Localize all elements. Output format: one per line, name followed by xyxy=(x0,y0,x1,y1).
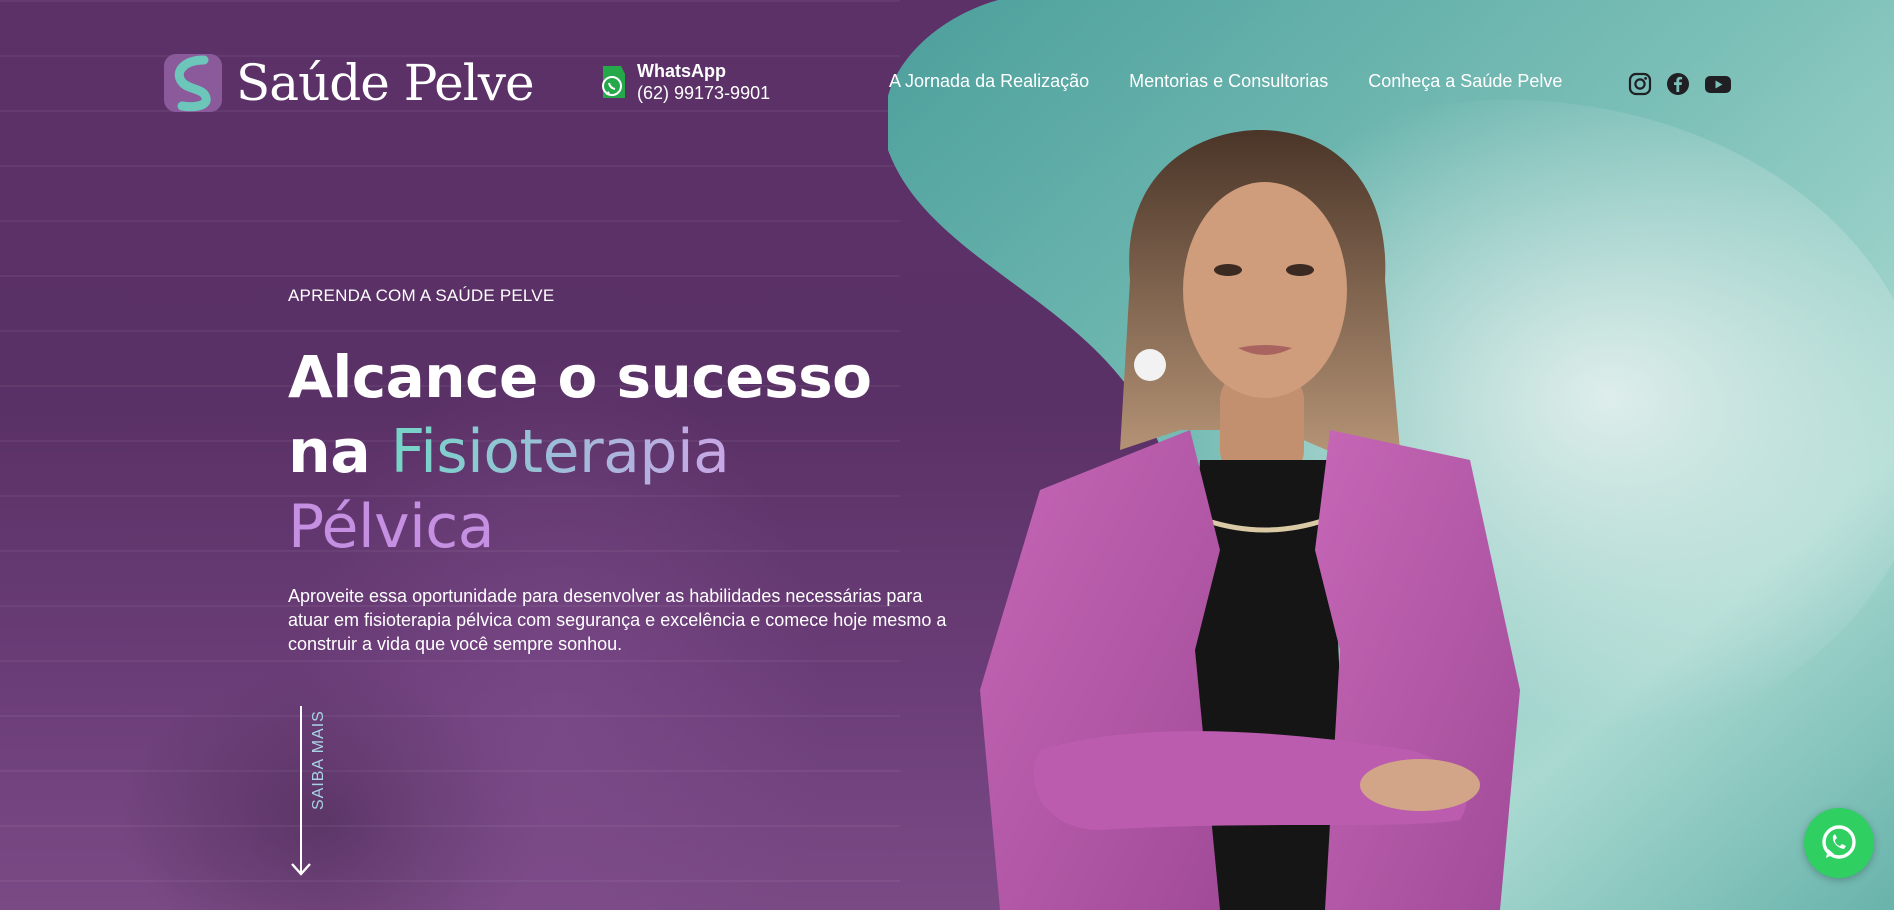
headline-line-2-prefix: na xyxy=(288,417,391,487)
facebook-icon[interactable] xyxy=(1666,72,1690,96)
brand-logo[interactable]: Saúde Pelve xyxy=(164,54,535,112)
nav-link-conheca[interactable]: Conheça a Saúde Pelve xyxy=(1368,71,1562,92)
whatsapp-label: WhatsApp xyxy=(637,61,726,81)
headline-line-2: na Fisioterapia xyxy=(288,415,871,490)
scroll-down-link[interactable]: SAIBA MAIS xyxy=(288,702,328,882)
nav-link-jornada[interactable]: A Jornada da Realização xyxy=(889,71,1089,92)
headline-line-1: Alcance o sucesso xyxy=(288,343,872,411)
nav-link-mentorias[interactable]: Mentorias e Consultorias xyxy=(1129,71,1328,92)
youtube-icon[interactable] xyxy=(1704,72,1732,96)
whatsapp-icon xyxy=(602,66,625,98)
headline-highlight: Fisioterapia xyxy=(390,417,730,487)
mentor-portrait xyxy=(980,130,1520,910)
logo-icon xyxy=(164,54,222,112)
whatsapp-phone: (62) 99173-9901 xyxy=(637,83,771,103)
arrow-down-icon xyxy=(291,863,311,876)
hero-description: Aproveite essa oportunidade para desenvo… xyxy=(288,586,947,654)
hero-eyebrow: APRENDA COM A SAÚDE PELVE xyxy=(288,286,555,305)
whatsapp-icon xyxy=(1822,825,1856,859)
instagram-icon[interactable] xyxy=(1628,72,1652,96)
main-nav: A Jornada da Realização Mentorias e Cons… xyxy=(889,71,1562,92)
whatsapp-contact[interactable]: WhatsApp (62) 99173-9901 xyxy=(597,60,770,104)
headline-line-3: Pélvica xyxy=(288,492,495,562)
scroll-label: SAIBA MAIS xyxy=(310,710,327,810)
whatsapp-float-button[interactable] xyxy=(1804,808,1874,878)
hero-headline: Alcance o sucesso na Fisioterapia Pélvic… xyxy=(288,340,872,565)
social-links xyxy=(1628,72,1732,96)
brand-name: Saúde Pelve xyxy=(236,54,535,112)
scroll-line xyxy=(300,706,302,872)
